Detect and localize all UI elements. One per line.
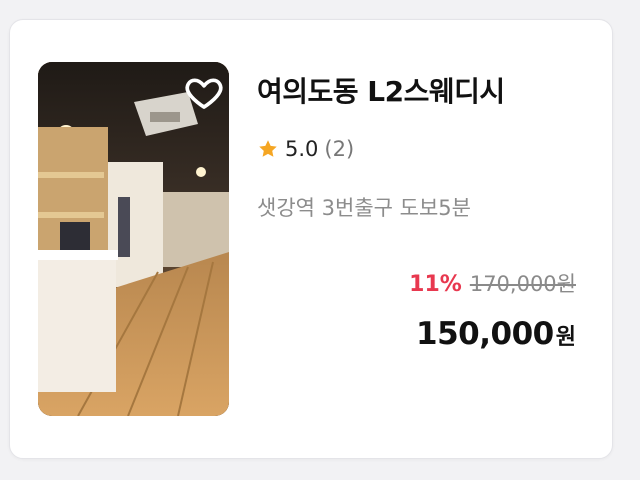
sale-price: 150,000 [416,316,554,352]
star-icon [259,140,277,157]
rating-value: 5.0 [285,137,319,161]
review-count: (2) [324,137,355,161]
heart-outline-icon[interactable] [184,72,224,112]
location-text: 샛강역 3번출구 도보5분 [257,196,471,220]
discount-rate: 11% [409,272,462,297]
price-row: 11% 170,000원 [409,268,576,298]
listing-card[interactable]: 여의도동 L2스웨디시 5.0 (2) 샛강역 3번출구 도보5분 11% 17… [9,19,613,459]
rating-row: 5.0 (2) [257,134,354,164]
sale-price-row: 150,000 원 [416,316,576,352]
listing-thumbnail[interactable] [38,62,229,416]
interior-photo [38,62,229,416]
sale-price-unit: 원 [555,325,576,350]
original-price: 170,000원 [469,272,576,296]
listing-title[interactable]: 여의도동 L2스웨디시 [257,70,505,110]
